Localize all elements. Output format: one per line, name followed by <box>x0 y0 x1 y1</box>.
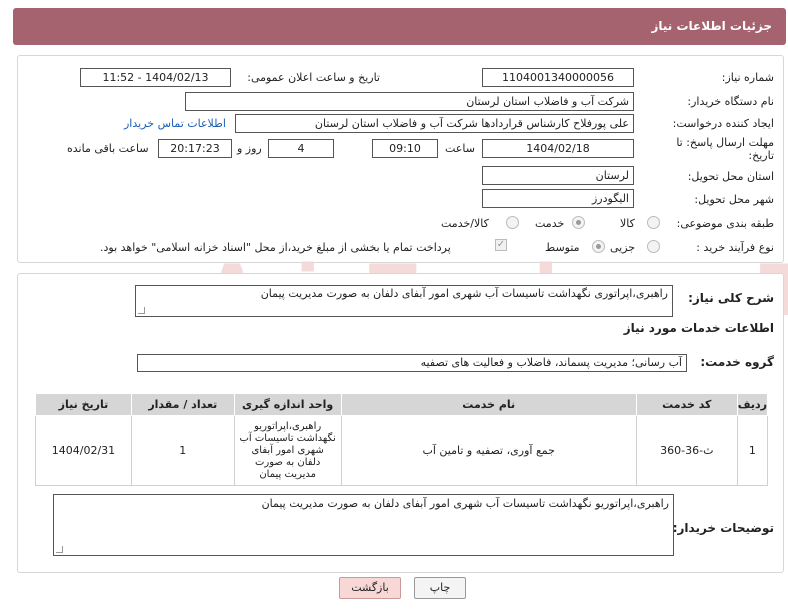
col-row-number: ردیف <box>736 393 769 416</box>
service-group-label: گروه خدمت: <box>700 355 774 369</box>
province-field: لرستان <box>482 166 634 185</box>
category-goods-radio[interactable] <box>647 216 660 229</box>
remaining-days-field: 4 <box>268 139 334 158</box>
cell-quantity: 1 <box>130 415 235 486</box>
buyer-label: نام دستگاه خریدار: <box>687 95 774 108</box>
announce-datetime-field: 1404/02/13 - 11:52 <box>80 68 231 87</box>
summary-label: شرح کلی نیاز: <box>688 291 774 305</box>
col-service-code: کد خدمت <box>635 393 738 416</box>
deadline-date-field: 1404/02/18 <box>482 139 634 158</box>
col-need-date: تاریخ نیاز <box>35 393 132 416</box>
purchase-type-label: نوع فرآیند خرید : <box>696 241 774 254</box>
deadline-label: مهلت ارسال پاسخ: تا تاریخ: <box>676 136 774 162</box>
treasury-payment-checkbox[interactable]: ✓ <box>495 239 507 251</box>
need-number-field: 1104001340000056 <box>482 68 634 87</box>
resize-handle-icon[interactable] <box>138 307 145 314</box>
announce-datetime-label: تاریخ و ساعت اعلان عمومی: <box>247 71 380 84</box>
table-header-row: تاریخ نیاز تعداد / مقدار واحد اندازه گیر… <box>35 393 769 416</box>
deadline-time-field: 09:10 <box>372 139 438 158</box>
cell-service-name: جمع آوری، تصفیه و تامین آب <box>340 415 637 486</box>
purchase-medium-label: متوسط <box>545 241 580 254</box>
col-unit: واحد اندازه گیری <box>233 393 342 416</box>
back-button[interactable]: بازگشت <box>339 577 401 599</box>
col-quantity: تعداد / مقدار <box>130 393 235 416</box>
resize-handle-icon[interactable] <box>56 546 63 553</box>
services-table: تاریخ نیاز تعداد / مقدار واحد اندازه گیر… <box>35 393 769 486</box>
page-title: جزئیات اطلاعات نیاز <box>651 19 772 33</box>
cell-service-code: ث-36-360 <box>635 415 738 486</box>
print-button[interactable]: چاپ <box>414 577 466 599</box>
remaining-time-field: 20:17:23 <box>158 139 232 158</box>
page-header: جزئیات اطلاعات نیاز <box>13 8 786 45</box>
buyer-notes-textarea[interactable]: راهبری،اپراتوریو نگهداشت تاسیسات آب شهری… <box>53 494 674 556</box>
purchase-minor-radio[interactable] <box>647 240 660 253</box>
category-goods-service-label: کالا/خدمت <box>441 217 489 230</box>
purchase-medium-radio[interactable] <box>592 240 605 253</box>
category-label: طبقه بندی موضوعی: <box>676 217 774 230</box>
services-title: اطلاعات خدمات مورد نیاز <box>623 321 774 335</box>
creator-field: علی پورفلاح کارشناس قراردادها شرکت آب و … <box>235 114 634 133</box>
province-label: استان محل تحویل: <box>687 170 774 183</box>
buyer-notes-label: توضیحات خریدار: <box>672 521 774 535</box>
category-goods-label: کالا <box>620 217 635 230</box>
summary-textarea[interactable]: راهبری،اپراتوری نگهداشت تاسیسات آب شهری … <box>135 285 673 317</box>
category-goods-service-radio[interactable] <box>506 216 519 229</box>
city-label: شهر محل تحویل: <box>694 193 774 206</box>
buyer-field: شرکت آب و فاضلاب استان لرستان <box>185 92 634 111</box>
buyer-notes-text: راهبری،اپراتوریو نگهداشت تاسیسات آب شهری… <box>261 497 669 510</box>
remaining-time-label: ساعت باقی مانده <box>67 142 149 155</box>
treasury-payment-note: پرداخت تمام یا بخشی از مبلغ خرید،از محل … <box>100 241 451 254</box>
remaining-days-label: روز و <box>237 142 262 155</box>
category-service-radio[interactable] <box>572 216 585 229</box>
col-service-name: نام خدمت <box>340 393 637 416</box>
service-group-field: آب رسانی؛ مدیریت پسماند، فاضلاب و فعالیت… <box>137 354 687 372</box>
city-field: الیگودرز <box>482 189 634 208</box>
services-table-wrap: تاریخ نیاز تعداد / مقدار واحد اندازه گیر… <box>35 393 769 486</box>
summary-text: راهبری،اپراتوری نگهداشت تاسیسات آب شهری … <box>260 287 668 300</box>
cell-unit: راهبری،اپراتوریو نگهداشت تاسیسات آب شهری… <box>233 415 342 486</box>
need-number-label: شماره نیاز: <box>721 71 774 84</box>
cell-need-date: 1404/02/31 <box>35 415 132 486</box>
table-row: 1404/02/31 1 راهبری،اپراتوریو نگهداشت تا… <box>35 415 769 486</box>
category-service-label: خدمت <box>535 217 565 230</box>
creator-label: ایجاد کننده درخواست: <box>672 117 774 130</box>
purchase-minor-label: جزیی <box>610 241 636 254</box>
buyer-contact-link[interactable]: اطلاعات تماس خریدار <box>124 117 226 130</box>
cell-row-number: 1 <box>736 415 769 486</box>
deadline-time-label: ساعت <box>445 142 475 155</box>
